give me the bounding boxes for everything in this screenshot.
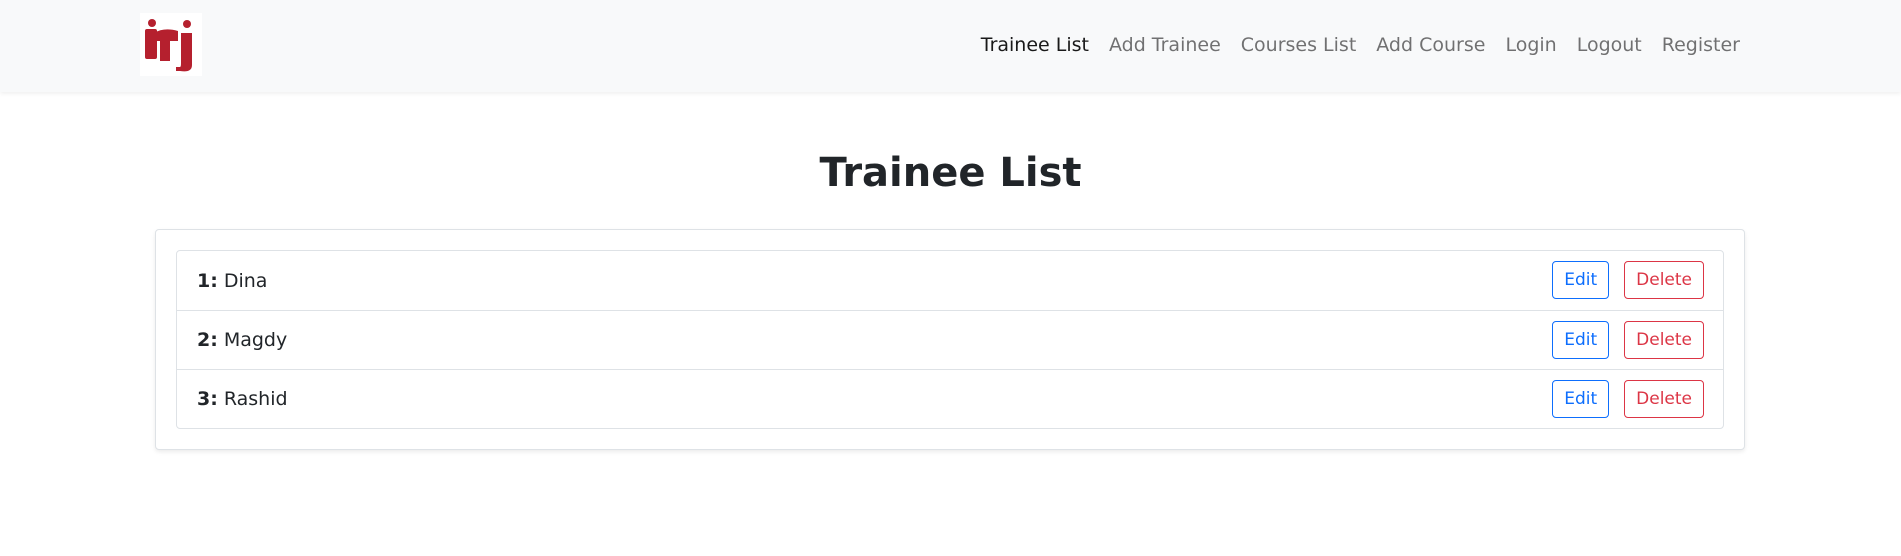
trainee-name: Magdy	[223, 329, 288, 351]
nav-link-login[interactable]: Login	[1495, 34, 1566, 56]
edit-button[interactable]: Edit	[1552, 321, 1610, 359]
edit-button[interactable]: Edit	[1552, 261, 1610, 299]
nav-link-register[interactable]: Register	[1652, 34, 1750, 56]
nav-link-add-course[interactable]: Add Course	[1366, 34, 1495, 56]
trainee-name: Rashid	[223, 388, 288, 410]
trainee-number: 3:	[197, 388, 218, 410]
iti-logo-icon[interactable]	[140, 13, 202, 76]
delete-button[interactable]: Delete	[1624, 261, 1704, 299]
trainee-card: 1: Dina Edit Delete 2: Magdy Edit Delete…	[155, 229, 1745, 450]
trainee-number: 2:	[197, 329, 218, 351]
edit-button[interactable]: Edit	[1552, 380, 1610, 418]
trainee-list: 1: Dina Edit Delete 2: Magdy Edit Delete…	[176, 250, 1724, 429]
row-actions: Edit Delete	[1552, 261, 1704, 299]
page-title: Trainee List	[819, 150, 1082, 196]
navbar: Trainee List Add Trainee Courses List Ad…	[0, 0, 1901, 92]
nav-link-add-trainee[interactable]: Add Trainee	[1099, 34, 1231, 56]
list-item: 3: Rashid Edit Delete	[177, 369, 1723, 428]
nav-link-trainee-list[interactable]: Trainee List	[971, 34, 1099, 56]
row-actions: Edit Delete	[1552, 321, 1704, 359]
nav-links: Trainee List Add Trainee Courses List Ad…	[971, 0, 1750, 90]
delete-button[interactable]: Delete	[1624, 380, 1704, 418]
nav-link-logout[interactable]: Logout	[1567, 34, 1652, 56]
trainee-name: Dina	[223, 269, 268, 292]
list-item: 2: Magdy Edit Delete	[177, 310, 1723, 369]
nav-link-courses-list[interactable]: Courses List	[1231, 34, 1366, 56]
trainee-number: 1:	[197, 269, 218, 292]
list-item: 1: Dina Edit Delete	[177, 251, 1723, 310]
row-actions: Edit Delete	[1552, 380, 1704, 418]
delete-button[interactable]: Delete	[1624, 321, 1704, 359]
